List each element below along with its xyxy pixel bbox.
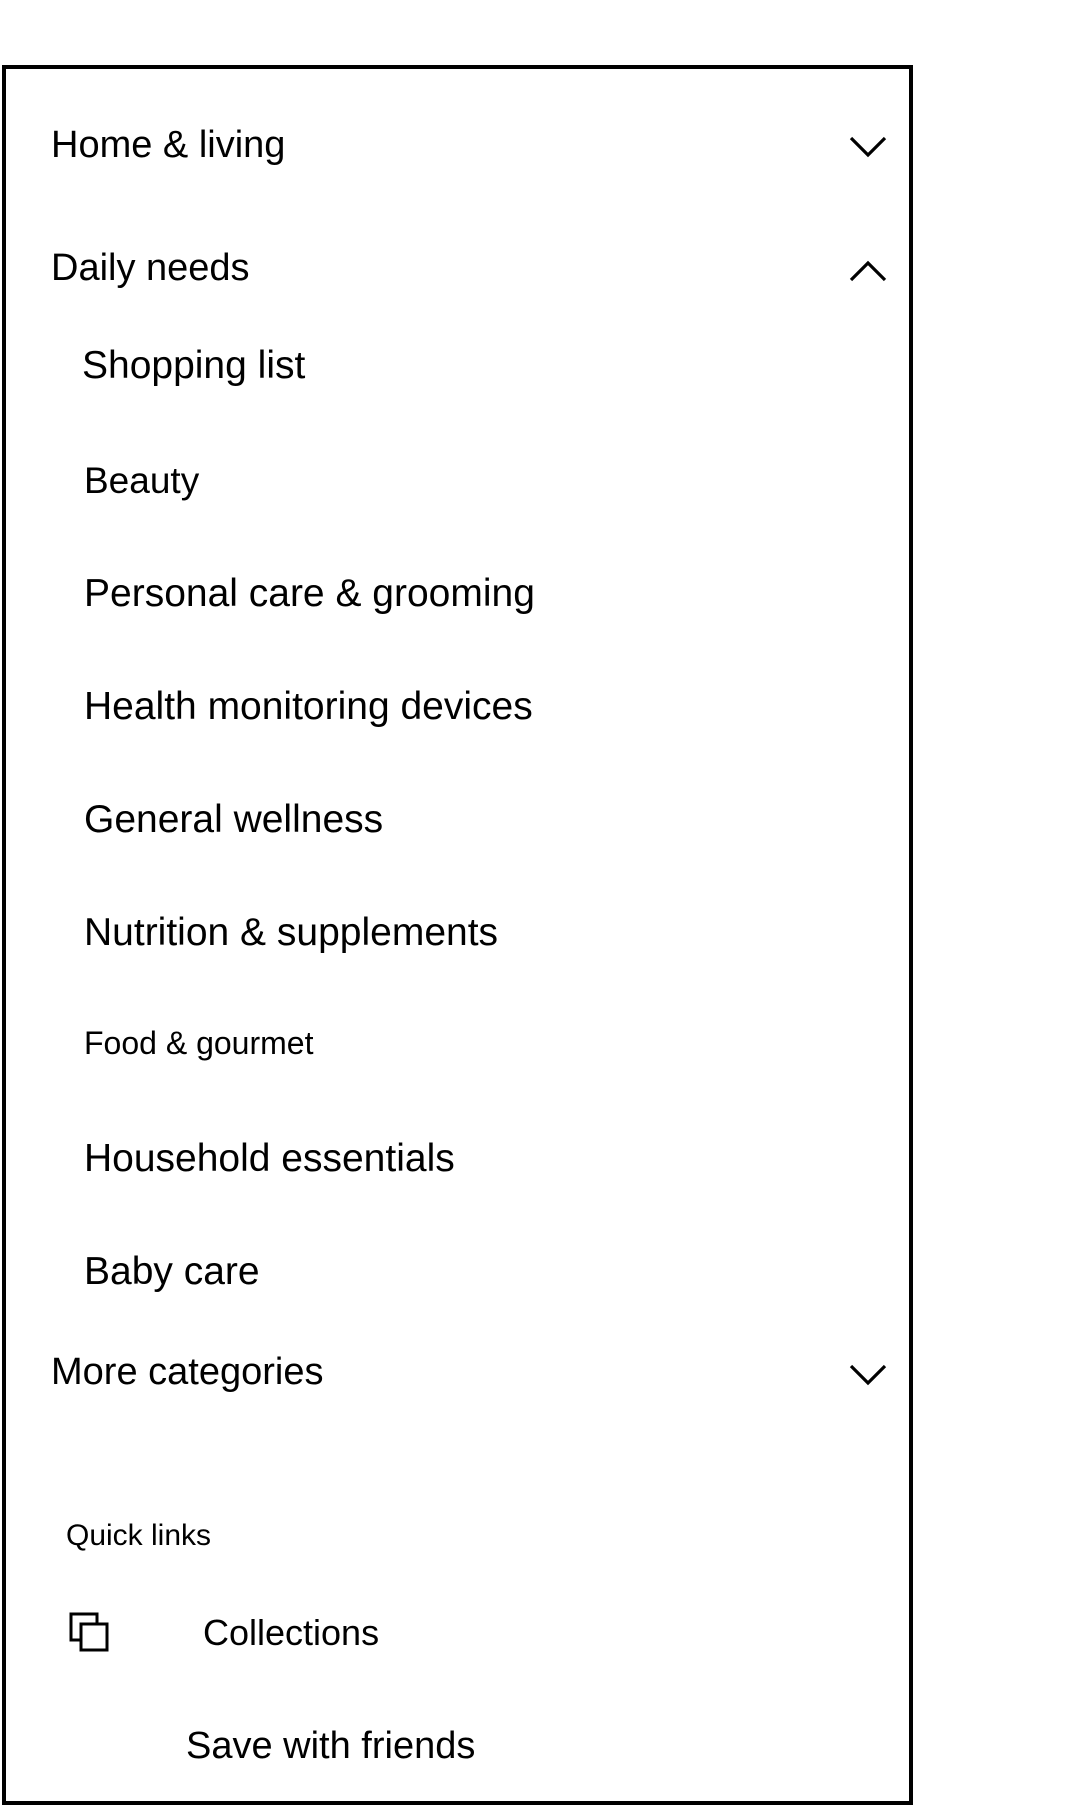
subitem-beauty[interactable]: Beauty — [84, 460, 199, 502]
chevron-down-icon[interactable] — [846, 1361, 890, 1389]
quick-link-collections[interactable]: Collections — [203, 1612, 379, 1654]
section-daily-needs[interactable]: Daily needs — [51, 247, 250, 290]
quick-link-save-with-friends[interactable]: Save with friends — [186, 1725, 475, 1768]
subitem-health-monitoring[interactable]: Health monitoring devices — [84, 685, 533, 729]
section-home-living[interactable]: Home & living — [51, 124, 285, 167]
quick-links-heading: Quick links — [66, 1519, 212, 1552]
subitem-baby-care[interactable]: Baby care — [84, 1250, 260, 1294]
subitem-food-gourmet[interactable]: Food & gourmet — [84, 1025, 313, 1062]
subitem-household[interactable]: Household essentials — [84, 1137, 455, 1181]
chevron-down-icon[interactable] — [846, 133, 890, 161]
subitem-personal-care[interactable]: Personal care & grooming — [84, 572, 535, 616]
category-menu-panel: Home & living Daily needs Shopping list … — [2, 65, 913, 1805]
chevron-up-icon[interactable] — [846, 257, 890, 285]
subitem-general-wellness[interactable]: General wellness — [84, 798, 383, 842]
collections-icon — [68, 1611, 112, 1655]
subitem-nutrition[interactable]: Nutrition & supplements — [84, 911, 498, 955]
subitem-shopping-list[interactable]: Shopping list — [82, 344, 305, 388]
section-more-categories[interactable]: More categories — [51, 1351, 323, 1394]
